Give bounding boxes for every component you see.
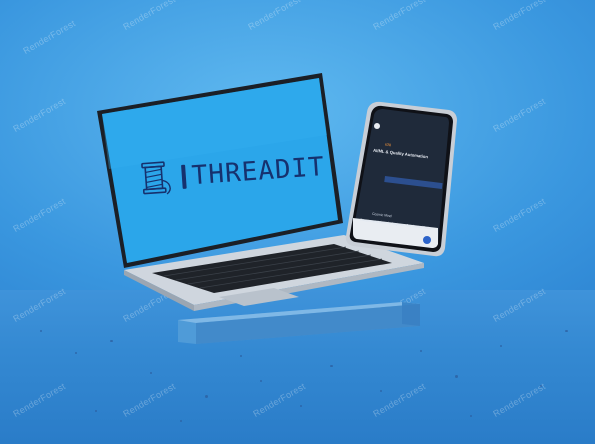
speck xyxy=(565,330,568,332)
watermark: RenderForest xyxy=(21,18,78,56)
watermark: RenderForest xyxy=(491,96,548,134)
speck xyxy=(420,350,422,352)
speck xyxy=(540,385,542,387)
speck xyxy=(380,390,382,392)
thread-spool-icon xyxy=(141,161,171,195)
speck xyxy=(150,372,152,374)
watermark: RenderForest xyxy=(11,196,68,234)
speck xyxy=(455,375,458,378)
speck xyxy=(95,410,97,412)
speck xyxy=(300,405,302,407)
speck xyxy=(205,395,208,398)
logo-bar xyxy=(181,164,187,189)
watermark: RenderForest xyxy=(491,0,548,32)
speck xyxy=(500,345,502,347)
brand-name: THREADIT xyxy=(190,151,326,192)
watermark: RenderForest xyxy=(371,0,428,32)
watermark: RenderForest xyxy=(246,0,303,32)
phone-feed-tag: r/AI xyxy=(384,141,392,148)
speck xyxy=(75,352,77,354)
scene: RenderForest RenderForest RenderForest R… xyxy=(0,0,595,444)
speck xyxy=(470,415,472,417)
speck xyxy=(110,340,113,342)
smartphone xyxy=(345,101,457,257)
watermark: RenderForest xyxy=(121,0,178,32)
speck xyxy=(180,420,182,422)
speck xyxy=(240,355,242,357)
speck xyxy=(330,365,333,367)
watermark: RenderForest xyxy=(11,96,68,134)
watermark: RenderForest xyxy=(491,196,548,234)
speck xyxy=(260,380,262,382)
speck xyxy=(40,330,42,332)
